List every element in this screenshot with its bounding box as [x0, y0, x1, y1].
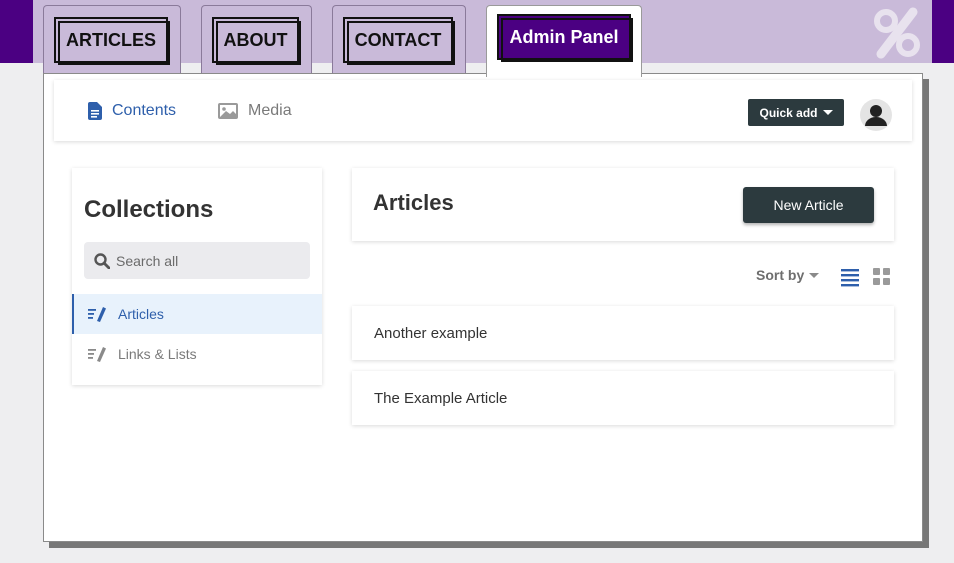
edit-list-icon: [88, 307, 106, 322]
page-title: Articles: [373, 190, 454, 215]
grid-view-icon[interactable]: [872, 267, 892, 287]
chevron-down-icon: [809, 272, 820, 278]
site-tab-contact-label[interactable]: CONTACT: [343, 17, 455, 65]
site-tab-admin-panel-label[interactable]: Admin Panel: [497, 14, 633, 62]
article-title: The Example Article: [374, 389, 508, 407]
header-accent-right: [932, 0, 954, 63]
sort-by-label: Sort by: [756, 267, 805, 283]
percent-logo-icon: [874, 7, 920, 59]
document-icon: [88, 101, 102, 120]
quick-add-label: Quick add: [759, 105, 818, 120]
articles-header: Articles New Article: [352, 168, 894, 241]
site-tab-contact[interactable]: CONTACT: [332, 5, 466, 75]
edit-list-icon: [88, 347, 106, 362]
collection-item-label: Links & Lists: [118, 346, 197, 362]
admin-subnav: Contents Media Quick add: [54, 80, 912, 141]
site-tab-articles[interactable]: ARTICLES: [43, 5, 181, 75]
article-row[interactable]: The Example Article: [352, 371, 894, 425]
site-tab-articles-label[interactable]: ARTICLES: [54, 17, 170, 65]
subnav-contents-label: Contents: [112, 101, 177, 119]
admin-panel: Contents Media Quick add Collections Sea…: [43, 73, 923, 542]
search-placeholder: Search all: [116, 252, 179, 269]
search-input[interactable]: Search all: [84, 242, 310, 279]
subnav-media[interactable]: Media: [218, 102, 292, 120]
collection-item-label: Articles: [118, 306, 164, 322]
subnav-media-label: Media: [248, 101, 292, 119]
site-tab-about[interactable]: ABOUT: [201, 5, 312, 75]
collection-item-articles[interactable]: Articles: [72, 294, 322, 334]
user-icon: [865, 105, 887, 126]
collections-sidebar: Collections Search all Articles Links & …: [72, 168, 322, 385]
sort-by-dropdown[interactable]: Sort by: [756, 267, 820, 283]
search-icon: [94, 252, 110, 269]
site-tab-about-label[interactable]: ABOUT: [212, 17, 301, 65]
image-icon: [218, 102, 239, 119]
header-accent-left: [0, 0, 33, 63]
collections-title: Collections: [84, 196, 214, 223]
article-row[interactable]: Another example: [352, 306, 894, 360]
avatar[interactable]: [860, 99, 892, 131]
list-view-icon[interactable]: [840, 267, 860, 287]
subnav-contents[interactable]: Contents: [88, 101, 177, 120]
chevron-down-icon: [822, 110, 833, 115]
site-tab-admin-panel[interactable]: Admin Panel: [486, 5, 642, 77]
article-title: Another example: [374, 324, 488, 342]
quick-add-button[interactable]: Quick add: [748, 99, 844, 126]
new-article-button[interactable]: New Article: [743, 187, 874, 223]
collection-item-links-lists[interactable]: Links & Lists: [72, 334, 322, 374]
